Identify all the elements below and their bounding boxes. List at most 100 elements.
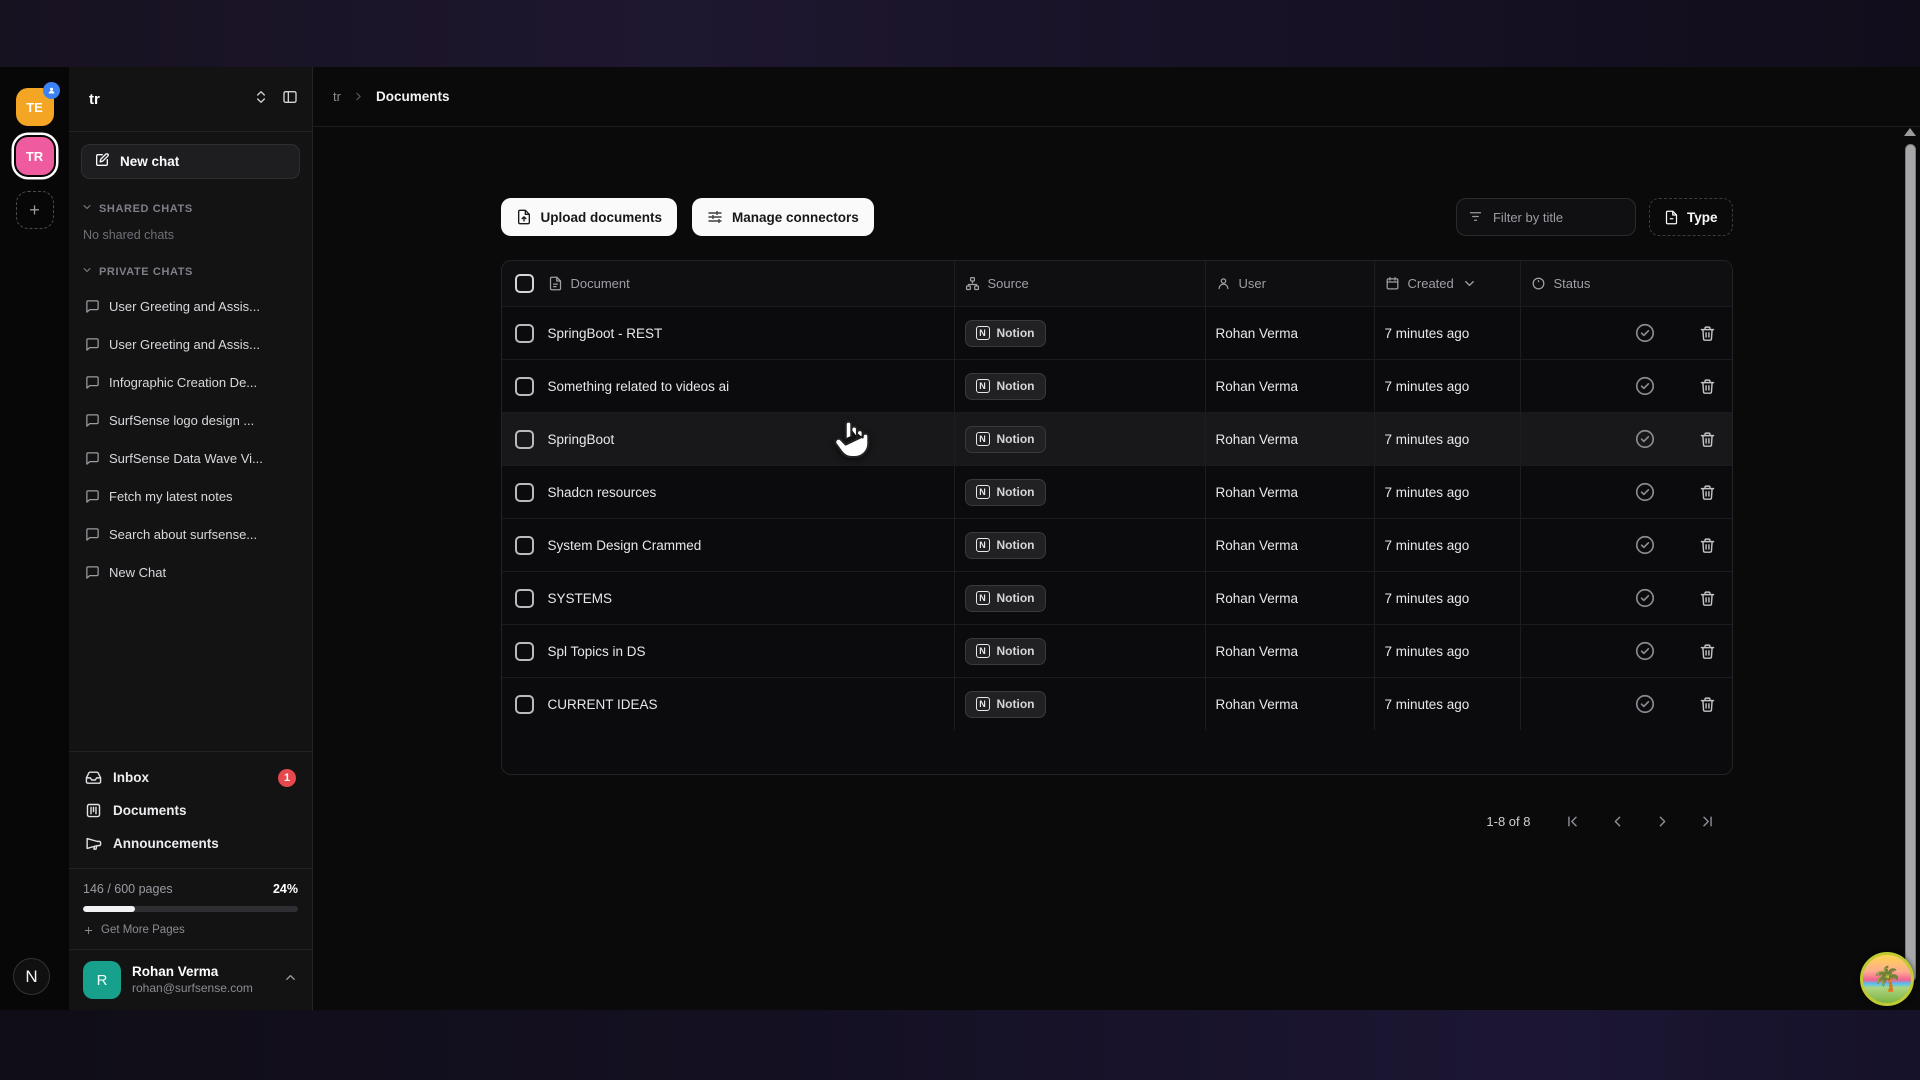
private-chats-label: PRIVATE CHATS [99, 266, 193, 278]
table-row[interactable]: SYSTEMS NNotion Rohan Verma 7 minutes ag… [502, 571, 1732, 624]
type-filter-button[interactable]: Type [1649, 198, 1733, 236]
previous-page-button[interactable] [1605, 808, 1631, 834]
workspace-avatar-te[interactable]: TE [16, 88, 54, 126]
nextjs-dev-badge[interactable]: N [13, 958, 50, 995]
delete-row-button[interactable] [1699, 325, 1716, 342]
chevron-down-icon [81, 264, 93, 279]
vertical-scrollbar[interactable] [1902, 128, 1918, 1005]
row-checkbox[interactable] [515, 642, 534, 661]
trash-icon [1699, 431, 1716, 448]
documents-table: Document Source User Created [501, 260, 1733, 775]
announcements-label: Announcements [113, 836, 219, 851]
chat-list-item[interactable]: Fetch my latest notes [77, 477, 304, 515]
chat-list-item[interactable]: Infographic Creation De... [77, 363, 304, 401]
document-title: SpringBoot [548, 413, 954, 465]
next-page-button[interactable] [1650, 808, 1676, 834]
table-row[interactable]: CURRENT IDEAS NNotion Rohan Verma 7 minu… [502, 677, 1732, 730]
new-chat-button[interactable]: New chat [81, 144, 300, 179]
trash-icon [1699, 378, 1716, 395]
breadcrumb-root[interactable]: tr [333, 89, 341, 104]
filter-by-title-input[interactable] [1456, 198, 1636, 236]
delete-row-button[interactable] [1699, 431, 1716, 448]
row-checkbox[interactable] [515, 430, 534, 449]
chat-list-item[interactable]: SurfSense Data Wave Vi... [77, 439, 304, 477]
select-all-checkbox[interactable] [515, 274, 534, 293]
delete-row-button[interactable] [1699, 643, 1716, 660]
trash-icon [1699, 325, 1716, 342]
delete-row-button[interactable] [1699, 590, 1716, 607]
status-check-icon [1634, 375, 1656, 397]
document-title: SYSTEMS [548, 572, 954, 624]
island-sticker-badge[interactable]: 🌴 [1860, 952, 1914, 1006]
table-row[interactable]: System Design Crammed NNotion Rohan Verm… [502, 518, 1732, 571]
edit-icon [94, 152, 110, 171]
scroll-up-arrow-icon[interactable] [1904, 128, 1916, 136]
row-checkbox[interactable] [515, 377, 534, 396]
chat-list-item[interactable]: SurfSense logo design ... [77, 401, 304, 439]
first-page-button[interactable] [1560, 808, 1586, 834]
chat-list-item[interactable]: User Greeting and Assis... [77, 287, 304, 325]
row-checkbox[interactable] [515, 589, 534, 608]
row-checkbox[interactable] [515, 483, 534, 502]
shared-chats-section-header[interactable]: SHARED CHATS [69, 201, 312, 216]
row-created: 7 minutes ago [1374, 519, 1520, 571]
table-row[interactable]: Shadcn resources NNotion Rohan Verma 7 m… [502, 465, 1732, 518]
documents-toolbar: Upload documents Manage connectors [501, 198, 1733, 236]
notion-icon: N [976, 485, 990, 499]
notion-icon: N [976, 432, 990, 446]
new-chat-label: New chat [120, 154, 179, 169]
private-chats-section-header[interactable]: PRIVATE CHATS [69, 264, 312, 279]
sidebar: tr New chat SHARED CHATS No shared chats… [69, 67, 313, 1010]
source-badge: NNotion [965, 426, 1046, 453]
chat-list-item[interactable]: New Chat [77, 553, 304, 591]
plus-icon: + [29, 200, 40, 221]
upload-documents-button[interactable]: Upload documents [501, 198, 678, 236]
status-check-icon [1634, 322, 1656, 344]
manage-connectors-button[interactable]: Manage connectors [692, 198, 874, 236]
column-header-created[interactable]: Created [1374, 261, 1520, 306]
workspace-switcher-icon[interactable] [253, 89, 269, 110]
workspace-avatar-tr[interactable]: TR [16, 137, 54, 175]
delete-row-button[interactable] [1699, 696, 1716, 713]
row-checkbox[interactable] [515, 536, 534, 555]
last-page-button[interactable] [1695, 808, 1721, 834]
chat-list-item[interactable]: User Greeting and Assis... [77, 325, 304, 363]
status-circle-icon [1531, 276, 1546, 291]
delete-row-button[interactable] [1699, 484, 1716, 501]
row-checkbox[interactable] [515, 695, 534, 714]
usage-percent: 24% [273, 882, 298, 896]
usage-pages-text: 146 / 600 pages [83, 882, 173, 896]
collapse-sidebar-icon[interactable] [282, 89, 298, 110]
sidebar-item-announcements[interactable]: Announcements [81, 827, 300, 860]
get-more-pages-button[interactable]: Get More Pages [83, 924, 298, 936]
row-checkbox[interactable] [515, 324, 534, 343]
row-created: 7 minutes ago [1374, 678, 1520, 730]
notion-icon: N [976, 538, 990, 552]
column-header-source: Source [954, 261, 1205, 306]
sort-chevron-down-icon [1462, 276, 1477, 291]
usage-meter: 146 / 600 pages 24% Get More Pages [69, 868, 312, 947]
scrollbar-thumb[interactable] [1905, 144, 1916, 982]
user-name: Rohan Verma [132, 964, 253, 981]
chevron-down-icon [81, 201, 93, 216]
chat-list-item[interactable]: Search about surfsense... [77, 515, 304, 553]
sidebar-item-documents[interactable]: Documents [81, 794, 300, 827]
last-page-icon [1699, 813, 1716, 830]
add-workspace-button[interactable]: + [16, 191, 54, 229]
document-title: System Design Crammed [548, 519, 954, 571]
table-row[interactable]: Spl Topics in DS NNotion Rohan Verma 7 m… [502, 624, 1732, 677]
notion-icon: N [976, 697, 990, 711]
file-type-icon [1664, 210, 1679, 225]
upload-documents-label: Upload documents [541, 210, 663, 225]
delete-row-button[interactable] [1699, 537, 1716, 554]
table-row[interactable]: SpringBoot NNotion Rohan Verma 7 minutes… [502, 412, 1732, 465]
trash-icon [1699, 696, 1716, 713]
user-menu[interactable]: R Rohan Verma rohan@surfsense.com [69, 949, 312, 1010]
document-title: Something related to videos ai [548, 360, 954, 412]
workspace-members-badge-icon [43, 82, 60, 99]
table-row[interactable]: Something related to videos ai NNotion R… [502, 359, 1732, 412]
get-more-pages-label: Get More Pages [101, 924, 185, 936]
sidebar-item-inbox[interactable]: Inbox 1 [81, 761, 300, 794]
table-row[interactable]: SpringBoot - REST NNotion Rohan Verma 7 … [502, 306, 1732, 359]
delete-row-button[interactable] [1699, 378, 1716, 395]
